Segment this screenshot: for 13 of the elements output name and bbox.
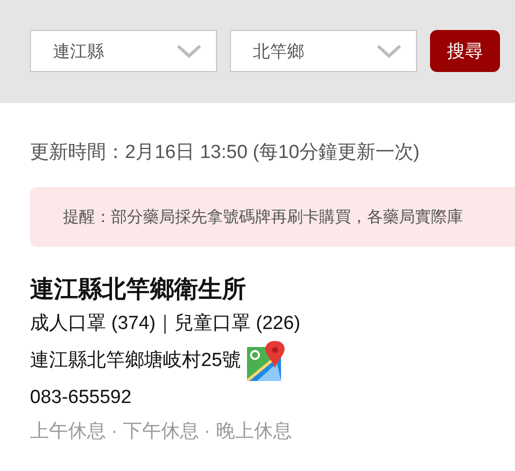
update-time: 更新時間：2月16日 13:50 (每10分鐘更新一次) — [30, 141, 421, 165]
opening-hours: 上午休息 · 下午休息 · 晚上休息 — [30, 420, 293, 444]
chevron-icon — [376, 44, 402, 58]
region-select[interactable]: 連江縣 — [30, 30, 217, 72]
address: 連江縣北竿鄉塘岐村25號 — [30, 349, 242, 373]
phone-number: 083-655592 — [30, 386, 132, 410]
notice-text: 提醒：部分藥局採先拿號碼牌再刷卡購買，各藥局實際庫 — [63, 208, 463, 228]
map-pin-icon[interactable] — [247, 341, 286, 381]
search-button[interactable]: 搜尋 — [430, 30, 500, 72]
mask-stock: 成人口罩 (374)｜兒童口罩 (226) — [30, 312, 302, 336]
region-select[interactable]: 北竿鄉 — [230, 30, 417, 72]
pharmacy-name: 連江縣北竿鄉衛生所 — [30, 275, 247, 305]
chevron-icon — [176, 44, 202, 58]
